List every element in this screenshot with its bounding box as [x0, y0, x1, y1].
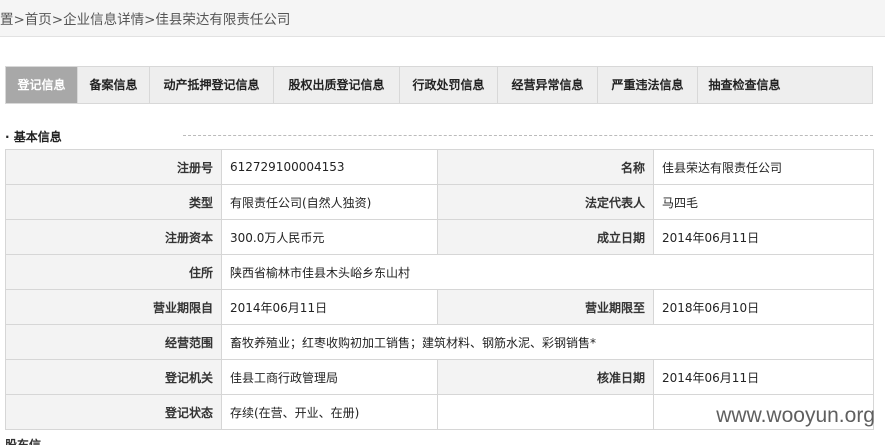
tab-business-abnormal[interactable]: 经营异常信息 — [498, 67, 598, 103]
table-row: 注册资本 300.0万人民币元 成立日期 2014年06月11日 — [5, 219, 874, 255]
next-section-title-fragment: 股东信 — [5, 438, 42, 445]
table-row: 营业期限自 2014年06月11日 营业期限至 2018年06月10日 — [5, 289, 874, 325]
table-row: 注册号 612729100004153 名称 佳县荣达有限责任公司 — [5, 149, 874, 185]
reg-no-label: 注册号 — [5, 149, 222, 185]
tab-serious-violation[interactable]: 严重违法信息 — [598, 67, 698, 103]
legal-rep-label: 法定代表人 — [437, 184, 654, 220]
section-header: · 基本信息 — [5, 126, 873, 146]
authority-value: 佳县工商行政管理局 — [221, 359, 438, 395]
breadcrumb: 置>首页>企业信息详情>佳县荣达有限责任公司 — [0, 12, 291, 28]
breadcrumb-bar: 置>首页>企业信息详情>佳县荣达有限责任公司 — [0, 0, 885, 37]
address-label: 住所 — [5, 254, 222, 290]
watermark: www.wooyun.org — [716, 404, 875, 427]
term-to-label: 营业期限至 — [437, 289, 654, 325]
tab-spot-check[interactable]: 抽查检查信息 — [698, 67, 791, 103]
empty-cell — [437, 394, 654, 430]
scope-label: 经营范围 — [5, 324, 222, 360]
founded-label: 成立日期 — [437, 219, 654, 255]
address-value: 陕西省榆林市佳县木头峪乡东山村 — [221, 254, 874, 290]
section-title: · 基本信息 — [5, 128, 68, 145]
reg-no-value: 612729100004153 — [221, 149, 438, 185]
name-label: 名称 — [437, 149, 654, 185]
tab-bar: 登记信息 备案信息 动产抵押登记信息 股权出质登记信息 行政处罚信息 经营异常信… — [5, 66, 873, 104]
capital-value: 300.0万人民币元 — [221, 219, 438, 255]
tab-filing-info[interactable]: 备案信息 — [78, 67, 150, 103]
status-label: 登记状态 — [5, 394, 222, 430]
approved-value: 2014年06月11日 — [653, 359, 874, 395]
tab-admin-penalty[interactable]: 行政处罚信息 — [400, 67, 498, 103]
type-label: 类型 — [5, 184, 222, 220]
founded-value: 2014年06月11日 — [653, 219, 874, 255]
approved-label: 核准日期 — [437, 359, 654, 395]
table-row: 登记机关 佳县工商行政管理局 核准日期 2014年06月11日 — [5, 359, 874, 395]
tab-registration-info[interactable]: 登记信息 — [6, 67, 78, 103]
scope-value: 畜牧养殖业；红枣收购初加工销售；建筑材料、钢筋水泥、彩钢销售* — [221, 324, 874, 360]
term-from-value: 2014年06月11日 — [221, 289, 438, 325]
type-value: 有限责任公司(自然人独资) — [221, 184, 438, 220]
basic-info-table: 注册号 612729100004153 名称 佳县荣达有限责任公司 类型 有限责… — [5, 149, 874, 430]
term-to-value: 2018年06月10日 — [653, 289, 874, 325]
legal-rep-value: 马四毛 — [653, 184, 874, 220]
table-row: 经营范围 畜牧养殖业；红枣收购初加工销售；建筑材料、钢筋水泥、彩钢销售* — [5, 324, 874, 360]
authority-label: 登记机关 — [5, 359, 222, 395]
capital-label: 注册资本 — [5, 219, 222, 255]
tab-equity-pledge[interactable]: 股权出质登记信息 — [274, 67, 400, 103]
name-value: 佳县荣达有限责任公司 — [653, 149, 874, 185]
table-row: 住所 陕西省榆林市佳县木头峪乡东山村 — [5, 254, 874, 290]
tab-chattel-mortgage[interactable]: 动产抵押登记信息 — [150, 67, 274, 103]
term-from-label: 营业期限自 — [5, 289, 222, 325]
section-divider — [183, 135, 873, 136]
status-value: 存续(在营、开业、在册) — [221, 394, 438, 430]
table-row: 类型 有限责任公司(自然人独资) 法定代表人 马四毛 — [5, 184, 874, 220]
